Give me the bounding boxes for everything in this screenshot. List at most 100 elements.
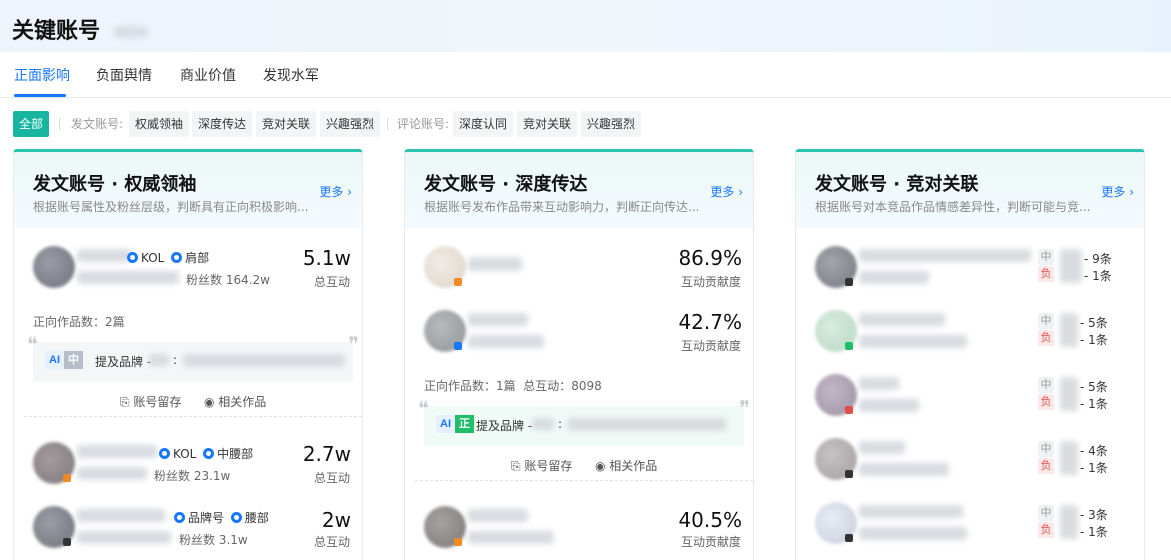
blurred-subtitle (114, 26, 148, 38)
save-icon: ⎘ (511, 459, 525, 473)
card-authority-leader: 发文账号 · 权威领袖 根据账号属性及粉丝层级，判断具有正向积极影响... 更多… (13, 149, 363, 560)
blurred-account-id (77, 467, 147, 480)
blurred-account-id (468, 531, 554, 544)
blurred-account-name (468, 257, 522, 271)
more-link[interactable]: 更多 › (1101, 183, 1134, 200)
neutral-tag: 中 (1038, 441, 1054, 457)
save-icon: ⎘ (120, 395, 134, 409)
blurred-mention-text (183, 354, 345, 367)
blurred-account-name (859, 505, 963, 518)
card-deep-communication: 发文账号 · 深度传达 根据账号发布作品带来互动影响力，判断正向传达... 更多… (404, 149, 754, 560)
more-link[interactable]: 更多 › (319, 183, 352, 200)
works-count: 正向作品数：2篇 (33, 315, 125, 329)
blurred-account-name (859, 249, 1031, 262)
kol-icon (159, 448, 170, 459)
filter-comment-agree[interactable]: 深度认同 (453, 111, 514, 137)
kol-icon (127, 252, 138, 263)
ai-label: AI (45, 351, 64, 369)
blurred-account-id (859, 271, 929, 284)
blurred-count-bar (1060, 377, 1078, 411)
fans-count: 粉丝数 3.1w (179, 533, 248, 547)
filter-post-interest[interactable]: 兴趣强烈 (320, 111, 381, 137)
account-tags: KOL 中腰部 (159, 445, 253, 462)
negative-count-value: 1条 (1088, 525, 1108, 539)
mention-box: ❝ ❞ AI 中 提及品牌 - : (27, 332, 359, 382)
quote-open-icon: ❝ (418, 396, 429, 420)
tab-positive-impact[interactable]: 正面影响 (14, 65, 70, 85)
contribution-value: 40.5% (678, 508, 742, 532)
blurred-count-bar (1060, 249, 1082, 283)
interaction-label: 总互动 (313, 471, 350, 485)
blurred-account-name (859, 377, 899, 390)
interaction-value: 2w (321, 508, 351, 532)
related-works-button[interactable]: ◉ 相关作品 (204, 393, 266, 410)
card-description: 根据账号对本竞品作品情感差异性，判断可能与竞... (815, 200, 1091, 214)
contribution-value: 86.9% (678, 246, 742, 270)
section-divider (24, 416, 362, 417)
filter-comment-interest[interactable]: 兴趣强烈 (581, 111, 642, 137)
ai-level-tag: AI 中 (45, 351, 83, 369)
negative-tag: 负 (1038, 458, 1054, 474)
tab-find-trolls[interactable]: 发现水军 (263, 65, 319, 85)
tab-commercial-value[interactable]: 商业价值 (180, 65, 236, 85)
card-title: 发文账号 · 竞对关联 (815, 174, 979, 195)
card-title: 发文账号 · 权威领袖 (33, 174, 197, 195)
related-works-button[interactable]: ◉ 相关作品 (595, 457, 657, 474)
blurred-count-bar (1060, 313, 1078, 347)
negative-count: - 1条 (1084, 269, 1112, 283)
blurred-account-name (859, 313, 945, 326)
platform-badge-icon (454, 342, 462, 350)
tier-icon (171, 252, 183, 263)
related-works-label: 相关作品 (218, 395, 267, 409)
ai-level-tag: AI 正 (436, 415, 474, 433)
negative-tag: 负 (1038, 522, 1054, 538)
blurred-account-name (77, 509, 165, 522)
filter-all[interactable]: 全部 (13, 111, 50, 137)
more-link[interactable]: 更多 › (710, 183, 743, 200)
quote-close-icon: ❞ (739, 396, 750, 420)
platform-badge-icon (454, 278, 462, 286)
level-label: 中 (64, 351, 83, 369)
blurred-account-id (77, 271, 179, 284)
neutral-count: - 4条 (1080, 444, 1108, 458)
contribution-label: 互动贡献度 (680, 339, 741, 353)
neutral-count-value: 9条 (1092, 252, 1112, 266)
neutral-count: - 5条 (1080, 316, 1108, 330)
fans-count: 粉丝数 164.2w (186, 273, 270, 287)
blurred-brand (532, 418, 554, 430)
blurred-account-name (77, 445, 157, 458)
account-keep-button[interactable]: ⎘ 账号留存 (120, 393, 181, 410)
filter-post-deep[interactable]: 深度传达 (192, 111, 253, 137)
blurred-account-id (859, 399, 919, 412)
account-tier: 中腰部 (217, 447, 254, 461)
filter-comment-competitor[interactable]: 竞对关联 (517, 111, 578, 137)
account-type: KOL (141, 251, 165, 265)
avatar (33, 246, 75, 288)
account-keep-button[interactable]: ⎘ 账号留存 (511, 457, 572, 474)
card-header: 发文账号 · 深度传达 根据账号发布作品带来互动影响力，判断正向传达... 更多… (405, 152, 753, 228)
ai-label: AI (436, 415, 455, 433)
card-header: 发文账号 · 竞对关联 根据账号对本竞品作品情感差异性，判断可能与竞... 更多… (796, 152, 1144, 228)
tab-negative-sentiment[interactable]: 负面舆情 (96, 65, 152, 85)
filter-post-label: 发文账号: (71, 117, 124, 131)
account-keep-label: 账号留存 (133, 395, 182, 409)
page-header: 关键账号 (0, 0, 1171, 52)
negative-tag: 负 (1038, 330, 1054, 346)
platform-badge-icon (845, 342, 853, 350)
level-label: 正 (455, 415, 474, 433)
negative-count-value: 1条 (1088, 461, 1108, 475)
filter-post-authority[interactable]: 权威领袖 (129, 111, 190, 137)
contribution-label: 互动贡献度 (680, 535, 741, 549)
platform-badge-icon (845, 470, 853, 478)
works-count: 正向作品数：1篇 总互动：8098 (424, 377, 602, 394)
filter-post-competitor[interactable]: 竞对关联 (256, 111, 317, 137)
neutral-count: - 9条 (1084, 252, 1112, 266)
card-description: 根据账号属性及粉丝层级，判断具有正向积极影响... (33, 200, 309, 214)
interaction-value: 2.7w (302, 442, 351, 466)
mention-colon: : (558, 417, 563, 431)
interaction-label: 总互动 (313, 535, 350, 549)
related-works-label: 相关作品 (609, 459, 658, 473)
blurred-account-id (468, 335, 544, 348)
blurred-account-name (468, 509, 528, 522)
page-title: 关键账号 (12, 19, 101, 44)
